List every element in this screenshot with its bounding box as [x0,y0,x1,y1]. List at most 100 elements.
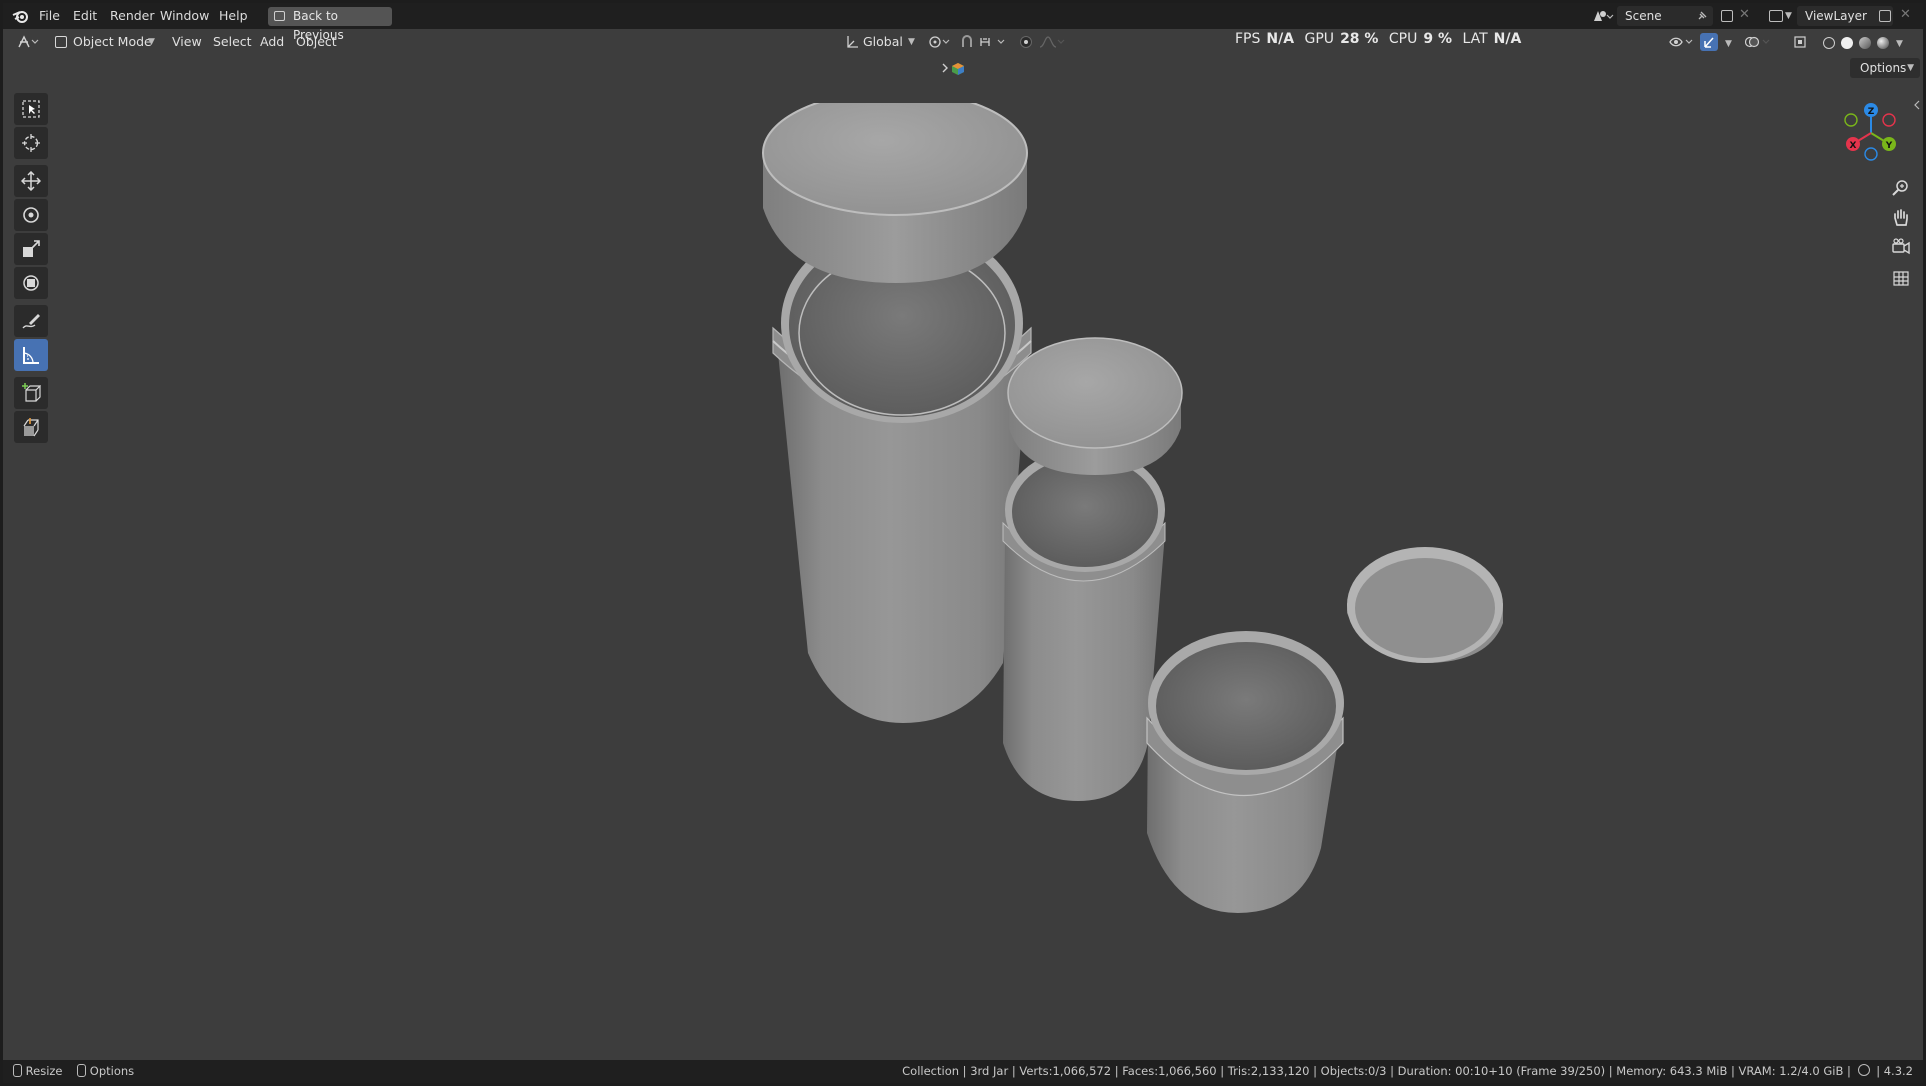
gizmo-z-label: Z [1868,107,1875,117]
blender-logo-icon[interactable] [12,9,28,23]
wireframe-shading-icon[interactable] [1823,37,1835,49]
sidebar-toggle-icon[interactable] [1913,99,1921,111]
measure-tool[interactable] [14,339,48,371]
extrude-tool[interactable] [14,411,48,443]
small-jar[interactable] [1146,631,1344,913]
options-label: Options [1860,61,1907,75]
select-box-icon [22,100,40,118]
select-box-tool[interactable] [14,93,48,125]
menu-file[interactable]: File [39,3,60,29]
menu-add[interactable]: Add [260,29,284,55]
scene-selector-icon[interactable] [1592,9,1614,23]
chevron-down-icon: ▼ [148,37,155,47]
rendered-shading-icon[interactable] [1877,37,1889,49]
cursor-icon [22,134,40,152]
menu-render[interactable]: Render [110,3,155,29]
scale-tool[interactable] [14,233,48,265]
tall-jar[interactable] [772,223,1032,723]
cursor-tool[interactable] [14,127,48,159]
menu-object[interactable]: Object [296,29,337,55]
medium-jar[interactable] [1002,448,1166,801]
proportional-editing-icon[interactable] [1019,35,1035,49]
back-to-previous-button[interactable]: Back to Previous [268,7,392,42]
delete-scene-icon[interactable]: ✕ [1739,7,1750,22]
xray-toggle-icon[interactable] [1793,35,1807,49]
fps-label: FPS [1235,31,1261,47]
add-cube-icon [22,383,41,402]
pin-icon[interactable] [1696,10,1708,22]
blender-window: File Edit Render Window Help Back to Pre… [3,3,1923,1083]
menu-help[interactable]: Help [219,3,248,29]
transform-orientation-dropdown[interactable]: Global ▼ [841,32,921,52]
overlays-icon[interactable] [1745,35,1771,49]
new-viewlayer-icon[interactable] [1879,10,1891,22]
material-preview-shading-icon[interactable] [1859,37,1871,49]
gizmo-neg-z-icon[interactable] [1864,147,1878,161]
menu-view[interactable]: View [172,29,202,55]
chevron-down-icon: ▼ [908,37,915,47]
zoom-button[interactable] [1888,175,1914,201]
menu-select[interactable]: Select [213,29,252,55]
orthographic-toggle-button[interactable] [1888,265,1914,291]
viewport-header: Object Mode ▼ View Select Add Object Glo… [3,29,1923,55]
transform-tool[interactable] [14,267,48,299]
delete-viewlayer-icon[interactable]: ✕ [1900,7,1911,22]
expand-region-icon[interactable] [940,61,970,75]
mouse-icon [13,1064,22,1077]
chevron-down-icon[interactable]: ▼ [1896,39,1903,49]
tall-jar-lid[interactable] [762,103,1028,283]
gpu-label: GPU [1304,31,1335,47]
transform-icon [23,275,39,291]
lat-label: LAT [1462,31,1488,47]
pan-button[interactable] [1888,205,1914,231]
rotate-icon [23,207,39,223]
editor-type-icon[interactable] [17,35,39,49]
new-scene-icon[interactable] [1721,10,1733,22]
chevron-down-icon[interactable]: ▼ [1725,39,1732,49]
cpu-label: CPU [1388,31,1418,47]
cpu-value: 9 % [1423,31,1453,47]
mode-dropdown[interactable]: Object Mode ▼ [51,32,161,52]
fps-value: N/A [1266,31,1295,47]
camera-icon [1892,238,1910,255]
lat-value: N/A [1493,31,1522,47]
navigation-gizmo[interactable]: Z Y X [1841,98,1901,168]
falloff-icon[interactable] [1039,35,1065,49]
chevron-down-icon: ▼ [1907,63,1914,73]
menu-window[interactable]: Window [160,3,209,29]
gizmo-y-label: Y [1885,141,1893,151]
gizmo-toggle-button[interactable] [1700,33,1718,51]
rotate-tool[interactable] [14,199,48,231]
small-jar-lid[interactable] [1347,547,1503,663]
annotate-tool[interactable] [14,305,48,337]
solid-shading-icon[interactable] [1841,37,1853,49]
gizmo-neg-y-icon[interactable] [1844,113,1858,127]
status-resize: Resize [25,1064,63,1078]
selectability-visibility-icon[interactable] [1669,35,1695,49]
camera-view-button[interactable] [1888,235,1914,261]
move-tool[interactable] [14,165,48,197]
snap-target-icon[interactable] [979,35,1009,49]
extrude-icon [23,418,39,437]
gizmo-neg-x-icon[interactable] [1882,113,1896,127]
scene-name-text: Scene [1625,9,1662,23]
gizmo-icon [1704,37,1714,48]
top-menu-bar: File Edit Render Window Help Back to Pre… [3,3,1923,42]
options-dropdown[interactable]: Options ▼ [1850,58,1920,78]
mode-label: Object Mode [73,34,152,49]
snap-toggle-icon[interactable] [960,35,976,49]
scene-statistics: Collection | 3rd Jar | Verts:1,066,572 |… [902,1064,1913,1078]
status-bar: Resize Options Collection | 3rd Jar | Ve… [3,1060,1923,1083]
viewlayer-selector-icon[interactable] [1769,10,1783,22]
object-mode-icon [55,36,67,48]
orientation-label: Global [863,34,903,49]
annotate-icon [22,314,40,329]
zoom-icon [1892,180,1908,196]
menu-edit[interactable]: Edit [73,3,97,29]
medium-jar-lid[interactable] [1007,337,1183,475]
add-cube-tool[interactable] [14,377,48,409]
orientation-axes-icon [847,36,858,48]
3d-viewport-scene[interactable] [703,103,1523,933]
pivot-point-icon[interactable] [928,35,952,49]
status-options: Options [89,1064,135,1078]
